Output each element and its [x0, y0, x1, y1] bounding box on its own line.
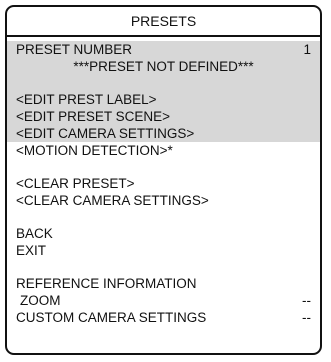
preset-number-label: PRESET NUMBER — [16, 42, 133, 57]
preset-status-text: ***PRESET NOT DEFINED*** — [7, 58, 320, 75]
custom-camera-settings-label: CUSTOM CAMERA SETTINGS — [16, 310, 207, 325]
edit-preset-scene-item[interactable]: <EDIT PRESET SCENE> — [7, 108, 320, 125]
spacer — [7, 75, 320, 91]
zoom-label: ZOOM — [20, 293, 61, 308]
clear-preset-item[interactable]: <CLEAR PRESET> — [7, 175, 320, 192]
edit-preset-label-item[interactable]: <EDIT PREST LABEL> — [7, 91, 320, 108]
preset-number-row[interactable]: PRESET NUMBER 1 — [7, 41, 320, 58]
menu-list: PRESET NUMBER 1 ***PRESET NOT DEFINED***… — [7, 41, 320, 326]
menu-title: PRESETS — [7, 7, 320, 37]
exit-item[interactable]: EXIT — [7, 242, 320, 259]
edit-camera-settings-item[interactable]: <EDIT CAMERA SETTINGS> — [7, 125, 320, 142]
preset-number-value: 1 — [303, 42, 311, 57]
presets-menu-panel: PRESETS PRESET NUMBER 1 ***PRESET NOT DE… — [5, 5, 322, 355]
back-item[interactable]: BACK — [7, 225, 320, 242]
zoom-row: ZOOM -- — [7, 292, 320, 309]
custom-camera-settings-row: CUSTOM CAMERA SETTINGS -- — [7, 309, 320, 326]
motion-detection-item[interactable]: <MOTION DETECTION>* — [7, 142, 320, 159]
clear-camera-settings-item[interactable]: <CLEAR CAMERA SETTINGS> — [7, 192, 320, 209]
reference-info-heading: REFERENCE INFORMATION — [16, 276, 197, 291]
custom-camera-settings-value: -- — [302, 310, 311, 325]
zoom-value: -- — [302, 293, 311, 308]
